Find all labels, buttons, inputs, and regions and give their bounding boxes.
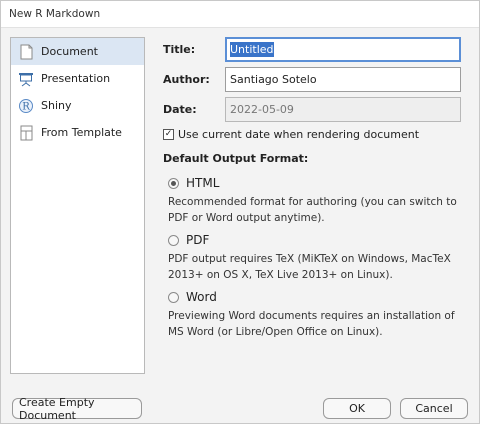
title-row: Title: Untitled <box>163 37 461 62</box>
title-label: Title: <box>163 43 196 56</box>
template-type-list: Document Presentation R Shiny From Templ… <box>10 37 145 374</box>
title-input[interactable]: Untitled <box>225 37 461 62</box>
author-input[interactable]: Santiago Sotelo <box>225 67 461 92</box>
use-current-date-checkbox[interactable]: ✓ <box>163 129 174 140</box>
sidebar-item-label: Presentation <box>41 72 111 85</box>
use-current-date-label: Use current date when rendering document <box>178 128 420 141</box>
title-input-value: Untitled <box>230 42 274 57</box>
output-format-heading: Default Output Format: <box>163 152 309 165</box>
sidebar-item-label: Document <box>41 45 98 58</box>
create-empty-document-button[interactable]: Create Empty Document <box>12 396 142 422</box>
html-description: Recommended format for authoring (you ca… <box>168 196 457 224</box>
pdf-description: PDF output requires TeX (MiKTeX on Windo… <box>168 253 451 281</box>
html-radio-label[interactable]: HTML <box>186 176 219 190</box>
word-radio-label[interactable]: Word <box>186 290 217 304</box>
svg-text:R: R <box>22 101 30 112</box>
html-radio[interactable] <box>168 177 179 189</box>
format-option-pdf: PDF PDF output requires TeX (MiKTeX on W… <box>168 233 458 283</box>
pdf-radio[interactable] <box>168 234 179 246</box>
author-label: Author: <box>163 73 210 86</box>
use-current-date-option[interactable]: ✓ Use current date when rendering docume… <box>163 128 419 141</box>
format-option-word: Word Previewing Word documents requires … <box>168 290 458 340</box>
template-icon <box>17 124 35 142</box>
new-r-markdown-dialog: New R Markdown Document Presentation R S… <box>0 0 480 424</box>
sidebar-item-label: From Template <box>41 126 122 139</box>
word-description: Previewing Word documents requires an in… <box>168 310 455 338</box>
ok-button[interactable]: OK <box>323 398 391 419</box>
date-label: Date: <box>163 103 197 116</box>
cancel-button[interactable]: Cancel <box>400 398 468 419</box>
author-row: Author: Santiago Sotelo <box>163 67 461 92</box>
presentation-icon <box>17 70 35 88</box>
shiny-r-icon: R <box>17 97 35 115</box>
window-title: New R Markdown <box>1 1 479 28</box>
sidebar-item-label: Shiny <box>41 99 72 112</box>
sidebar-item-document[interactable]: Document <box>11 38 144 65</box>
sidebar-item-from-template[interactable]: From Template <box>11 119 144 146</box>
sidebar-item-presentation[interactable]: Presentation <box>11 65 144 92</box>
document-icon <box>17 43 35 61</box>
word-radio[interactable] <box>168 291 179 303</box>
date-row: Date: 2022-05-09 <box>163 97 461 122</box>
sidebar-item-shiny[interactable]: R Shiny <box>11 92 144 119</box>
date-input[interactable]: 2022-05-09 <box>225 97 461 122</box>
format-option-html: HTML Recommended format for authoring (y… <box>168 176 458 226</box>
pdf-radio-label[interactable]: PDF <box>186 233 209 247</box>
